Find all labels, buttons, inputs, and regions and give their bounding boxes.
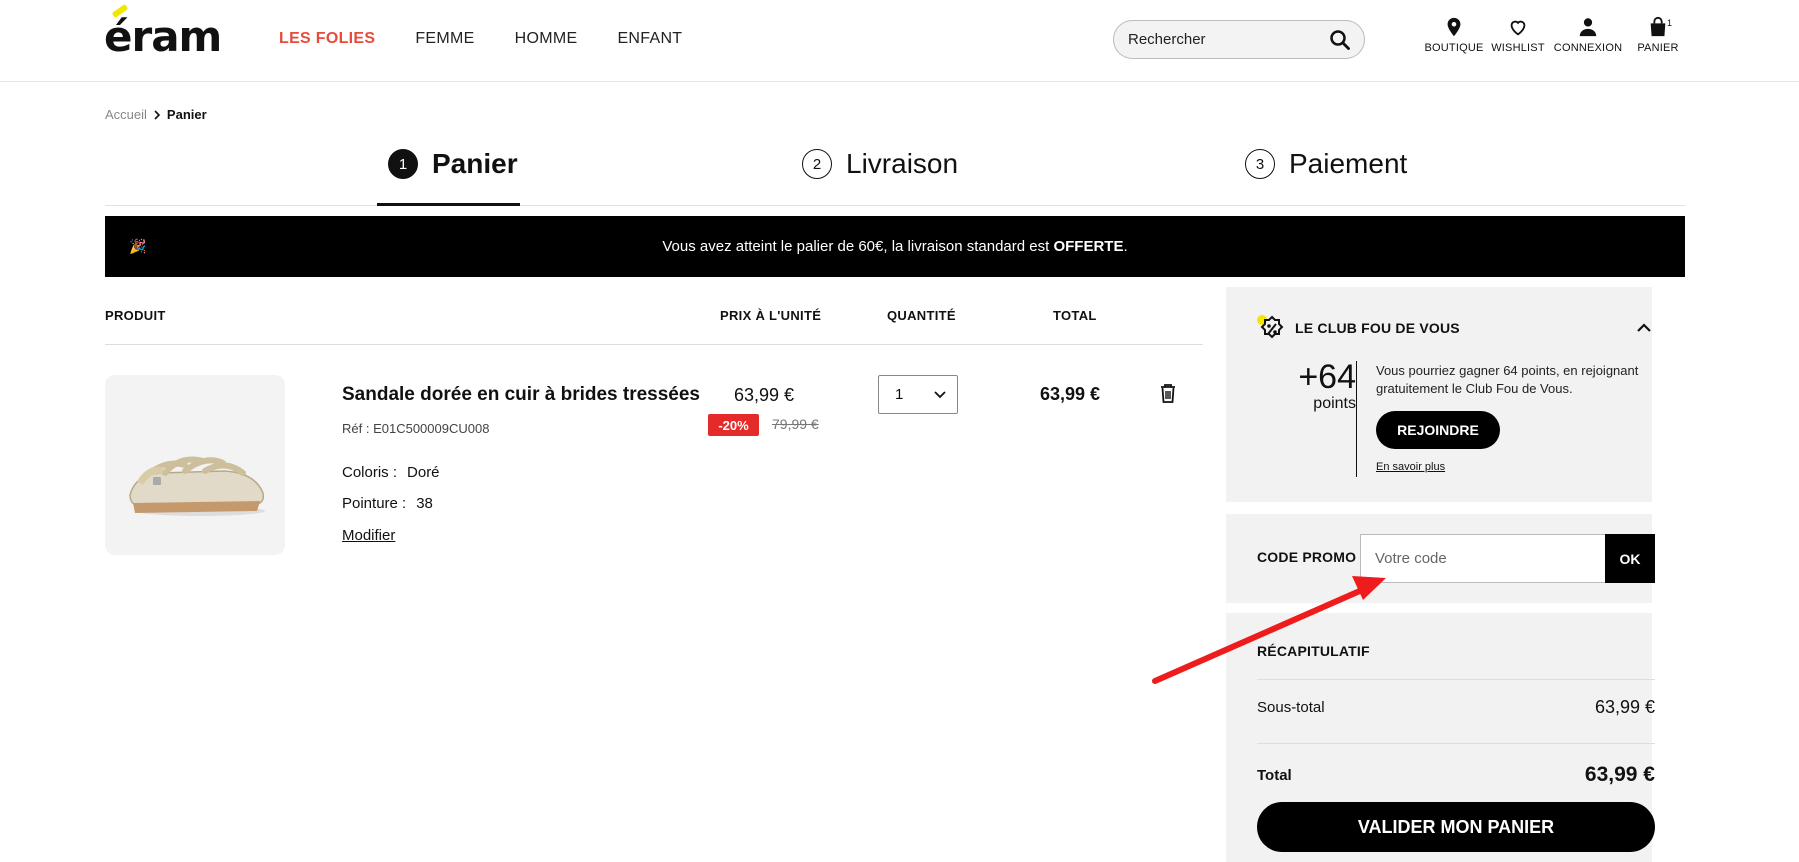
connexion-link[interactable]: CONNEXION — [1553, 16, 1623, 54]
free-shipping-banner: 🎉 Vous avez atteint le palier de 60€, la… — [105, 216, 1685, 277]
product-ref: Réf : E01C500009CU008 — [342, 421, 490, 436]
loyalty-badge-icon — [1257, 315, 1284, 339]
breadcrumb: Accueil Panier — [105, 107, 207, 122]
banner-text: Vous avez atteint le palier de 60€, la l… — [662, 238, 1128, 255]
promo-code-panel: CODE PROMO OK — [1226, 514, 1655, 603]
step-label: Panier — [432, 148, 518, 179]
nav-les-folies[interactable]: LES FOLIES — [279, 30, 375, 48]
club-divider — [1356, 361, 1357, 477]
product-color: Coloris : Doré — [342, 464, 440, 481]
loyalty-club-panel: LE CLUB FOU DE VOUS +64 points Vous pour… — [1226, 287, 1652, 502]
color-value: Doré — [407, 464, 440, 481]
header-actions: BOUTIQUE WISHLIST CONNEXION 1 PANIER — [1424, 16, 1684, 54]
header-product: PRODUIT — [105, 308, 166, 323]
order-summary-panel: RÉCAPITULATIF Sous-total 63,99 € Total 6… — [1226, 613, 1655, 862]
header-total: TOTAL — [1053, 308, 1097, 323]
chevron-up-icon[interactable] — [1636, 322, 1652, 334]
club-points: +64 points — [1276, 359, 1356, 413]
old-price: 79,99 € — [772, 416, 819, 432]
nav-femme[interactable]: FEMME — [415, 30, 474, 48]
color-label: Coloris : — [342, 464, 398, 481]
cart-count-badge: 1 — [1667, 18, 1673, 28]
sandal-image — [129, 456, 265, 516]
cart-table-header: PRODUIT PRIX À L'UNITÉ QUANTITÉ TOTAL — [105, 305, 1203, 345]
search-input[interactable]: Rechercher — [1113, 20, 1365, 59]
summary-title: RÉCAPITULATIF — [1257, 643, 1370, 659]
product-name[interactable]: Sandale dorée en cuir à brides tressées — [342, 384, 700, 406]
validate-cart-button[interactable]: VALIDER MON PANIER — [1257, 802, 1655, 852]
club-title: LE CLUB FOU DE VOUS — [1295, 320, 1460, 336]
step-label: Paiement — [1289, 148, 1408, 179]
apply-promo-button[interactable]: OK — [1605, 534, 1655, 583]
subtotal-label: Sous-total — [1257, 699, 1325, 716]
search-icon[interactable] — [1330, 29, 1350, 50]
step-panier[interactable]: 1 Panier — [388, 148, 518, 180]
wishlist-label: WISHLIST — [1491, 42, 1545, 54]
breadcrumb-home[interactable]: Accueil — [105, 107, 147, 122]
total-label: Total — [1257, 766, 1292, 784]
subtotal-row: Sous-total 63,99 € — [1257, 697, 1655, 718]
summary-divider — [1257, 679, 1655, 680]
boutique-label: BOUTIQUE — [1424, 42, 1484, 54]
product-image[interactable] — [105, 375, 285, 555]
panier-link[interactable]: 1 PANIER — [1632, 16, 1684, 54]
checkout-steps: 1 Panier 2 Livraison 3 Paiement — [105, 140, 1685, 206]
connexion-label: CONNEXION — [1553, 42, 1623, 54]
heart-icon — [1510, 20, 1526, 36]
location-pin-icon — [1447, 17, 1461, 37]
step-label: Livraison — [846, 148, 959, 179]
step-number: 1 — [388, 149, 418, 179]
step-number: 2 — [802, 149, 832, 179]
total-value: 63,99 € — [1584, 763, 1655, 786]
step-number: 3 — [1245, 149, 1275, 179]
size-value: 38 — [416, 495, 433, 512]
subtotal-value: 63,99 € — [1594, 697, 1655, 717]
discount-badge: -20% — [708, 414, 759, 436]
promo-code-input[interactable] — [1360, 534, 1606, 583]
boutique-link[interactable]: BOUTIQUE — [1424, 16, 1483, 54]
club-description: Vous pourriez gagner 64 points, en rejoi… — [1376, 363, 1639, 396]
wishlist-link[interactable]: WISHLIST — [1491, 16, 1545, 54]
unit-price: 63,99 € — [734, 385, 795, 405]
user-icon — [1579, 18, 1597, 37]
line-total: 63,99 € — [1040, 384, 1101, 404]
site-header: éram LES FOLIES FEMME HOMME ENFANT Reche… — [0, 0, 1799, 82]
eram-logo[interactable]: éram — [104, 3, 222, 61]
size-label: Pointure : — [342, 495, 407, 512]
main-nav: LES FOLIES FEMME HOMME ENFANT — [279, 30, 682, 48]
learn-more-link[interactable]: En savoir plus — [1376, 461, 1445, 473]
promo-code-label: CODE PROMO — [1257, 549, 1357, 565]
panier-label: PANIER — [1637, 42, 1679, 54]
join-club-button[interactable]: REJOINDRE — [1376, 411, 1500, 449]
trash-icon — [1161, 384, 1175, 403]
chevron-down-icon — [934, 390, 946, 398]
step-paiement[interactable]: 3 Paiement — [1245, 148, 1407, 180]
bag-icon — [1650, 16, 1666, 37]
product-size: Pointure : 38 — [342, 495, 433, 512]
header-unit-price: PRIX À L'UNITÉ — [720, 308, 822, 323]
chevron-right-icon — [154, 109, 161, 120]
modify-link[interactable]: Modifier — [342, 527, 395, 544]
nav-homme[interactable]: HOMME — [515, 30, 578, 48]
step-livraison[interactable]: 2 Livraison — [802, 148, 958, 180]
quantity-value: 1 — [895, 386, 904, 403]
points-label: points — [1313, 395, 1356, 412]
party-popper-icon: 🎉 — [129, 238, 147, 254]
search-placeholder: Rechercher — [1128, 31, 1206, 48]
points-value: +64 — [1298, 358, 1356, 396]
nav-enfant[interactable]: ENFANT — [617, 30, 682, 48]
quantity-select[interactable]: 1 — [878, 375, 958, 414]
delete-button[interactable] — [1159, 383, 1177, 408]
total-row: Total 63,99 € — [1257, 763, 1655, 787]
header-quantity: QUANTITÉ — [887, 308, 956, 323]
active-step-indicator — [377, 203, 520, 206]
breadcrumb-current: Panier — [166, 107, 207, 122]
summary-divider — [1257, 743, 1655, 744]
